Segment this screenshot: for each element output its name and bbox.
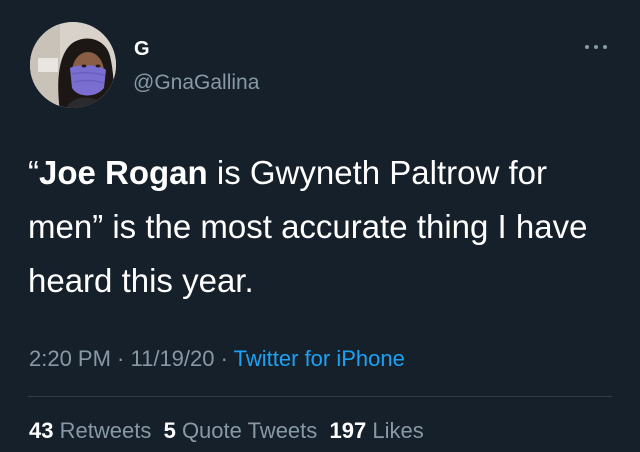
- engagement-stats: 43 Retweets 5 Quote Tweets 197 Likes: [29, 416, 424, 446]
- tweet-metadata: 2:20 PM · 11/19/20 · Twitter for iPhone: [29, 344, 405, 374]
- meta-separator: ·: [214, 346, 234, 371]
- divider: [28, 396, 612, 397]
- tweet-text-bold: Joe Rogan: [39, 154, 208, 191]
- more-options-ellipsis-icon[interactable]: [583, 40, 609, 54]
- tweet-text: “Joe Rogan is Gwyneth Paltrow for men” i…: [28, 146, 618, 308]
- likes-count: 197: [329, 418, 367, 443]
- retweets-count: 43: [29, 418, 54, 443]
- tweet-source-link[interactable]: Twitter for iPhone: [234, 346, 405, 371]
- quote-tweets-count: 5: [163, 418, 176, 443]
- retweets-label: Retweets: [59, 418, 152, 443]
- likes-stat[interactable]: 197 Likes: [330, 418, 424, 443]
- author-name[interactable]: G: [134, 38, 150, 60]
- quote-tweets-label: Quote Tweets: [181, 418, 318, 443]
- meta-separator: ·: [110, 346, 131, 371]
- author-handle[interactable]: @GnaGallina: [133, 71, 259, 95]
- retweets-stat[interactable]: 43 Retweets: [29, 418, 151, 443]
- profile-photo-masked-person-icon: [30, 22, 116, 108]
- tweet-card: G @GnaGallina “Joe Rogan is Gwyneth Palt…: [0, 0, 640, 452]
- avatar[interactable]: [30, 22, 116, 108]
- tweet-time[interactable]: 2:20 PM: [29, 346, 111, 371]
- tweet-text-quote-open: “: [28, 154, 39, 191]
- likes-label: Likes: [372, 418, 424, 443]
- tweet-date[interactable]: 11/19/20: [131, 346, 215, 371]
- quote-tweets-stat[interactable]: 5 Quote Tweets: [164, 418, 318, 443]
